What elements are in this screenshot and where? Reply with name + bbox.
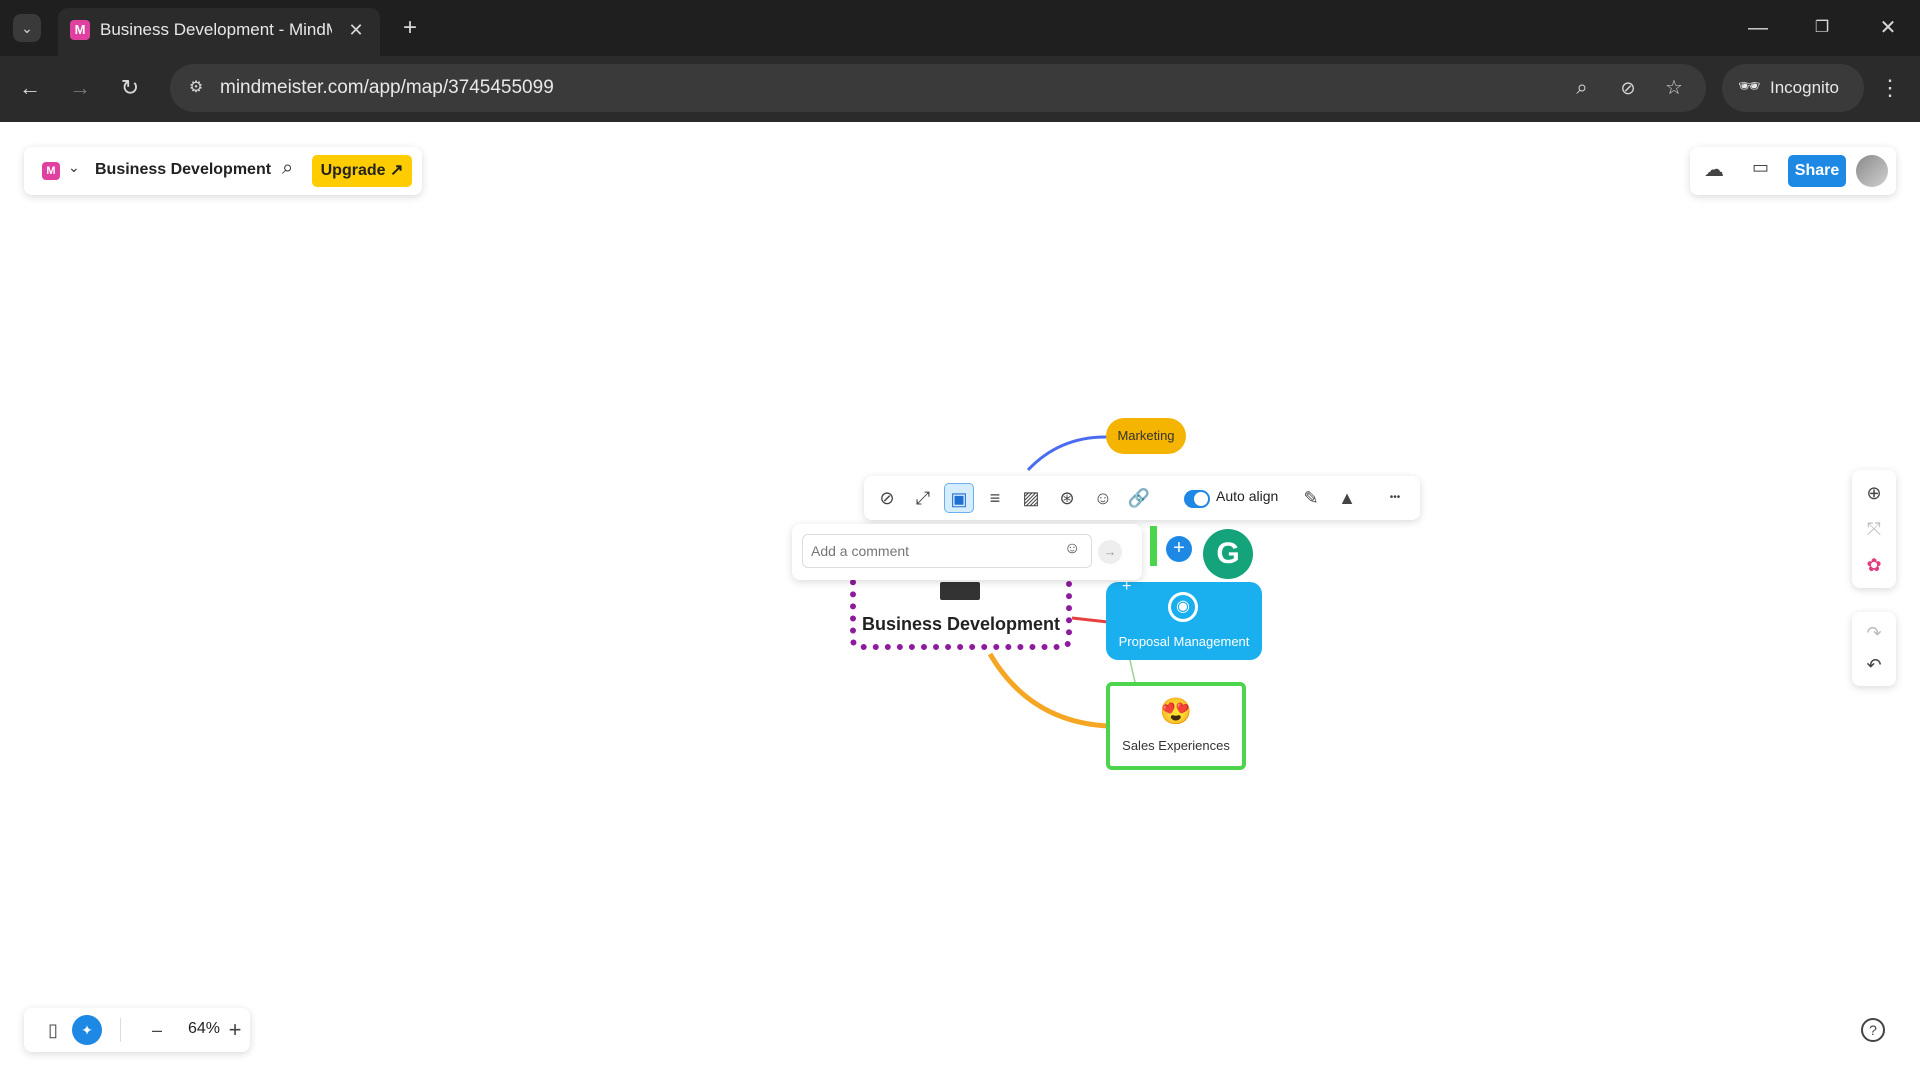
attachment-icon[interactable]: ⊛ bbox=[1052, 483, 1082, 513]
node-selection-bar bbox=[1150, 526, 1157, 566]
comment-popup: ☺ → bbox=[792, 524, 1142, 580]
grammarly-icon[interactable]: G bbox=[1203, 529, 1253, 579]
notes-icon[interactable]: ≡ bbox=[980, 483, 1010, 513]
connector-sales bbox=[987, 652, 1109, 729]
proposal-node-plus-icon[interactable]: + bbox=[1122, 578, 1131, 596]
marketing-node-label: Marketing bbox=[1117, 428, 1175, 443]
redo-icon[interactable]: ↷ bbox=[1859, 618, 1889, 648]
zoom-in-button[interactable]: + bbox=[220, 1015, 250, 1045]
link-icon[interactable]: 🔗 bbox=[1124, 483, 1154, 513]
central-node-image-icon bbox=[940, 582, 980, 600]
outline-view-icon[interactable]: ▯ bbox=[38, 1015, 68, 1045]
comment-icon[interactable]: ▣ bbox=[944, 483, 974, 513]
more-options-icon[interactable]: ••• bbox=[1380, 483, 1410, 513]
comment-input[interactable] bbox=[802, 534, 1092, 568]
node-toolbar: ⊘ ⤢ ▣ ≡ ▨ ⊛ ☺ 🔗 Auto align ✎ ▲ ••• bbox=[864, 476, 1420, 520]
sales-node-label: Sales Experiences bbox=[1122, 738, 1230, 753]
right-tools-panel: ⊕ ⤧ ✿ bbox=[1852, 470, 1896, 588]
auto-align-label: Auto align bbox=[1216, 488, 1279, 504]
send-comment-icon[interactable]: → bbox=[1098, 540, 1122, 564]
theme-palette-icon[interactable]: ✿ bbox=[1859, 550, 1889, 580]
auto-align-toggle[interactable] bbox=[1184, 490, 1210, 508]
proposal-node-person-icon: ◉ bbox=[1168, 592, 1198, 622]
add-topic-icon[interactable]: ⊕ bbox=[1859, 478, 1889, 508]
view-zoom-panel: ▯ ✦ – 64% + bbox=[24, 1008, 250, 1052]
panel-divider bbox=[120, 1018, 121, 1042]
sales-node-emoji: 😍 bbox=[1159, 696, 1193, 726]
emoji-icon[interactable]: ☺ bbox=[1088, 483, 1118, 513]
undo-icon[interactable]: ↶ bbox=[1859, 650, 1889, 680]
add-node-icon[interactable]: + bbox=[1166, 536, 1192, 562]
proposal-node-label: Proposal Management bbox=[1118, 634, 1250, 649]
zoom-out-button[interactable]: – bbox=[142, 1015, 172, 1045]
comment-emoji-icon[interactable]: ☺ bbox=[1064, 540, 1080, 558]
style-brush-icon[interactable]: ✎ bbox=[1296, 483, 1326, 513]
image-icon[interactable]: ▨ bbox=[1016, 483, 1046, 513]
mindmap-view-icon[interactable]: ✦ bbox=[72, 1015, 102, 1045]
focus-icon[interactable]: ⤧ bbox=[1859, 514, 1889, 544]
connector-proposal bbox=[1071, 616, 1109, 624]
connect-icon[interactable]: ⤢ bbox=[908, 483, 938, 513]
connector-marketing bbox=[1026, 435, 1109, 472]
task-check-icon[interactable]: ⊘ bbox=[872, 483, 902, 513]
help-icon[interactable]: ? bbox=[1861, 1018, 1885, 1042]
undo-redo-panel: ↷ ↶ bbox=[1852, 612, 1896, 686]
central-node-label: Business Development bbox=[861, 614, 1061, 634]
toggle-knob bbox=[1194, 492, 1208, 506]
text-color-icon[interactable]: ▲ bbox=[1332, 483, 1362, 513]
